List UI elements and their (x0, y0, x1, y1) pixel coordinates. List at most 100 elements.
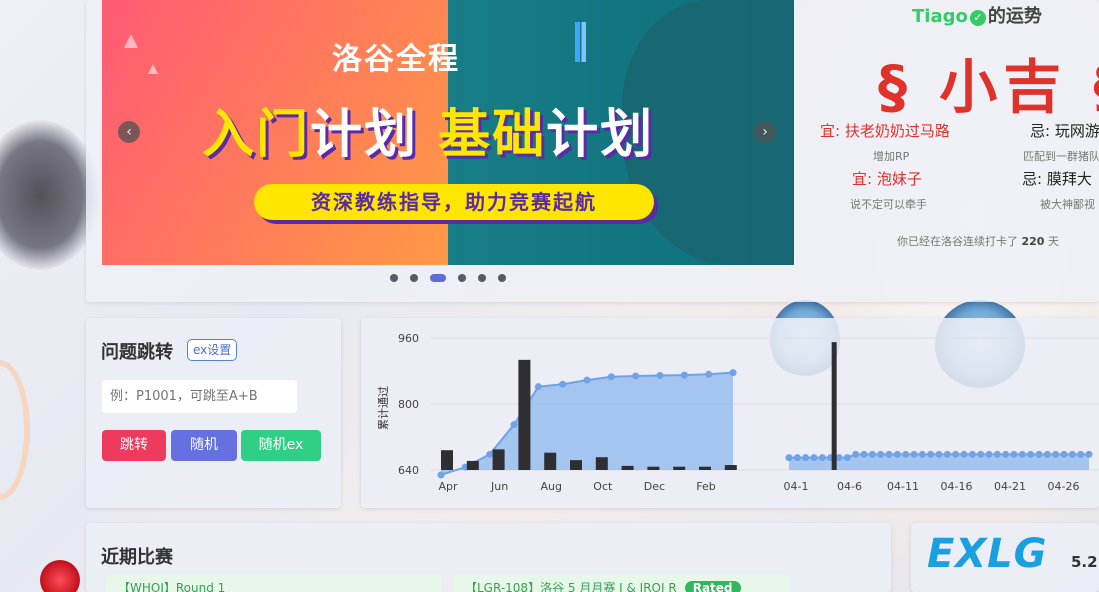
promo-carousel[interactable]: 洛谷全程 入门计划 基础计划 资深教练指导，助力竞赛起航 (102, 0, 794, 265)
cumulative-point (559, 380, 567, 388)
cumulative-point (486, 450, 494, 458)
carousel-dot[interactable] (390, 274, 398, 282)
daily-spike-bar (831, 342, 837, 470)
fortune-bad-2: 忌: 膜拜大 (1022, 170, 1092, 188)
carousel-prev-button[interactable]: ‹ (118, 121, 140, 143)
x-tick-label: 04-1 (784, 480, 809, 493)
recent-contests-card: 近期比赛 【WHOI】Round 1 【LGR-108】洛谷 5 月月赛 I &… (86, 523, 891, 592)
carousel-dot-active[interactable] (430, 274, 446, 282)
daily-point (1018, 450, 1026, 458)
daily-point (877, 450, 885, 458)
cumulative-point (607, 373, 615, 381)
contest-item[interactable]: 【LGR-108】洛谷 5 月月赛 I & JROI R Rated (453, 575, 789, 592)
x-tick-label: Feb (696, 480, 715, 493)
fortune-result: § 小吉 § (878, 53, 1099, 121)
banner-slogan: 资深教练指导，助力竞赛起航 (254, 184, 654, 220)
cumulative-point (510, 421, 518, 429)
daily-point (818, 454, 826, 462)
x-tick-label: 04-11 (887, 480, 919, 493)
cumulative-point (583, 376, 591, 384)
x-tick-label: Oct (593, 480, 613, 493)
daily-point (1027, 450, 1035, 458)
bars-decoration (575, 22, 591, 62)
problem-id-input[interactable] (102, 380, 297, 413)
y-axis-label: 累计通过 (377, 386, 390, 430)
accepted-bar (699, 466, 711, 470)
banner-brand: 洛谷全程 (332, 42, 460, 77)
carousel-dot[interactable] (410, 274, 418, 282)
accepted-bar (544, 452, 557, 470)
daily-point (810, 454, 818, 462)
cumulative-point (680, 371, 688, 379)
daily-point (860, 450, 868, 458)
x-tick-label: 04-26 (1048, 480, 1080, 493)
daily-point (1068, 450, 1076, 458)
daily-point (927, 450, 935, 458)
fortune-bad-1: 忌: 玩网游 (1030, 122, 1099, 140)
daily-point (943, 450, 951, 458)
daily-point (868, 450, 876, 458)
daily-point (793, 454, 801, 462)
x-tick-label: 04-21 (994, 480, 1026, 493)
daily-point (1060, 450, 1068, 458)
daily-point (852, 450, 860, 458)
x-tick-label: 04-6 (837, 480, 862, 493)
banner-headline: 入门计划 基础计划 (202, 105, 655, 165)
fortune-bad-1-desc: 匹配到一群猪队 (1023, 150, 1099, 163)
recent-contests-title: 近期比赛 (101, 547, 173, 568)
accepted-bar (466, 460, 479, 470)
daily-point (802, 454, 810, 462)
daily-point (952, 450, 960, 458)
cumulative-point (534, 383, 542, 391)
carousel-dot[interactable] (458, 274, 466, 282)
checkin-streak: 你已经在洛谷连续打卡了 220 天 (897, 235, 1059, 248)
carousel-next-button[interactable]: › (754, 121, 776, 143)
fortune-good-2-desc: 说不定可以牵手 (850, 198, 927, 211)
daily-point (902, 450, 910, 458)
carousel-dot[interactable] (498, 274, 506, 282)
verified-check-icon: ✓ (969, 10, 986, 26)
problem-jump-title: 问题跳转 (101, 342, 173, 363)
daily-point (785, 454, 793, 462)
fortune-good-1: 宜: 扶老奶奶过马路 (820, 122, 950, 140)
accepted-bar (621, 465, 634, 470)
random-button[interactable]: 随机 (171, 430, 237, 461)
fortune-good-1-desc: 增加RP (873, 150, 910, 163)
activity-chart: 960 800 640 累计通过 Apr Jun Aug Oct Dec Feb 04-1 04-6 0… (377, 332, 1099, 493)
daily-point (1035, 450, 1043, 458)
daily-point (910, 450, 918, 458)
x-tick-label: Aug (540, 480, 561, 493)
daily-fortune: Tiago✓的运势 § 小吉 § 宜: 扶老奶奶过马路 增加RP 宜: 泡妹子 … (800, 0, 1099, 260)
daily-point (1002, 450, 1010, 458)
daily-point (977, 450, 985, 458)
daily-point (843, 454, 851, 462)
daily-point (1010, 450, 1018, 458)
jump-button[interactable]: 跳转 (102, 430, 166, 461)
daily-point (968, 450, 976, 458)
exlg-version: 5.2. (1071, 553, 1099, 571)
carousel-dot[interactable] (478, 274, 486, 282)
ex-settings-button[interactable]: ex设置 (187, 339, 238, 361)
username-link[interactable]: Tiago (912, 6, 968, 27)
daily-point (985, 450, 993, 458)
cumulative-point (705, 370, 713, 378)
daily-point (1043, 450, 1051, 458)
y-tick-label: 960 (398, 332, 419, 345)
rated-badge: Rated (684, 581, 741, 592)
cumulative-point (656, 372, 664, 380)
exlg-logo: EXLG (927, 531, 1048, 577)
accepted-bar (492, 449, 505, 470)
contest-item[interactable]: 【WHOI】Round 1 (106, 575, 442, 592)
x-tick-label: 04-16 (941, 480, 973, 493)
daily-point (935, 450, 943, 458)
exlg-card: EXLG 5.2. (911, 523, 1099, 592)
x-tick-label: Apr (438, 480, 458, 493)
daily-point (1052, 450, 1060, 458)
fortune-good-2: 宜: 泡妹子 (852, 170, 922, 188)
daily-point (960, 450, 968, 458)
accepted-bar (724, 465, 737, 470)
random-ex-button[interactable]: 随机ex (241, 430, 321, 461)
cumulative-point (632, 372, 640, 380)
cumulative-point (437, 471, 445, 479)
problem-jump-card: 问题跳转 ex设置 跳转 随机 随机ex (86, 318, 341, 508)
